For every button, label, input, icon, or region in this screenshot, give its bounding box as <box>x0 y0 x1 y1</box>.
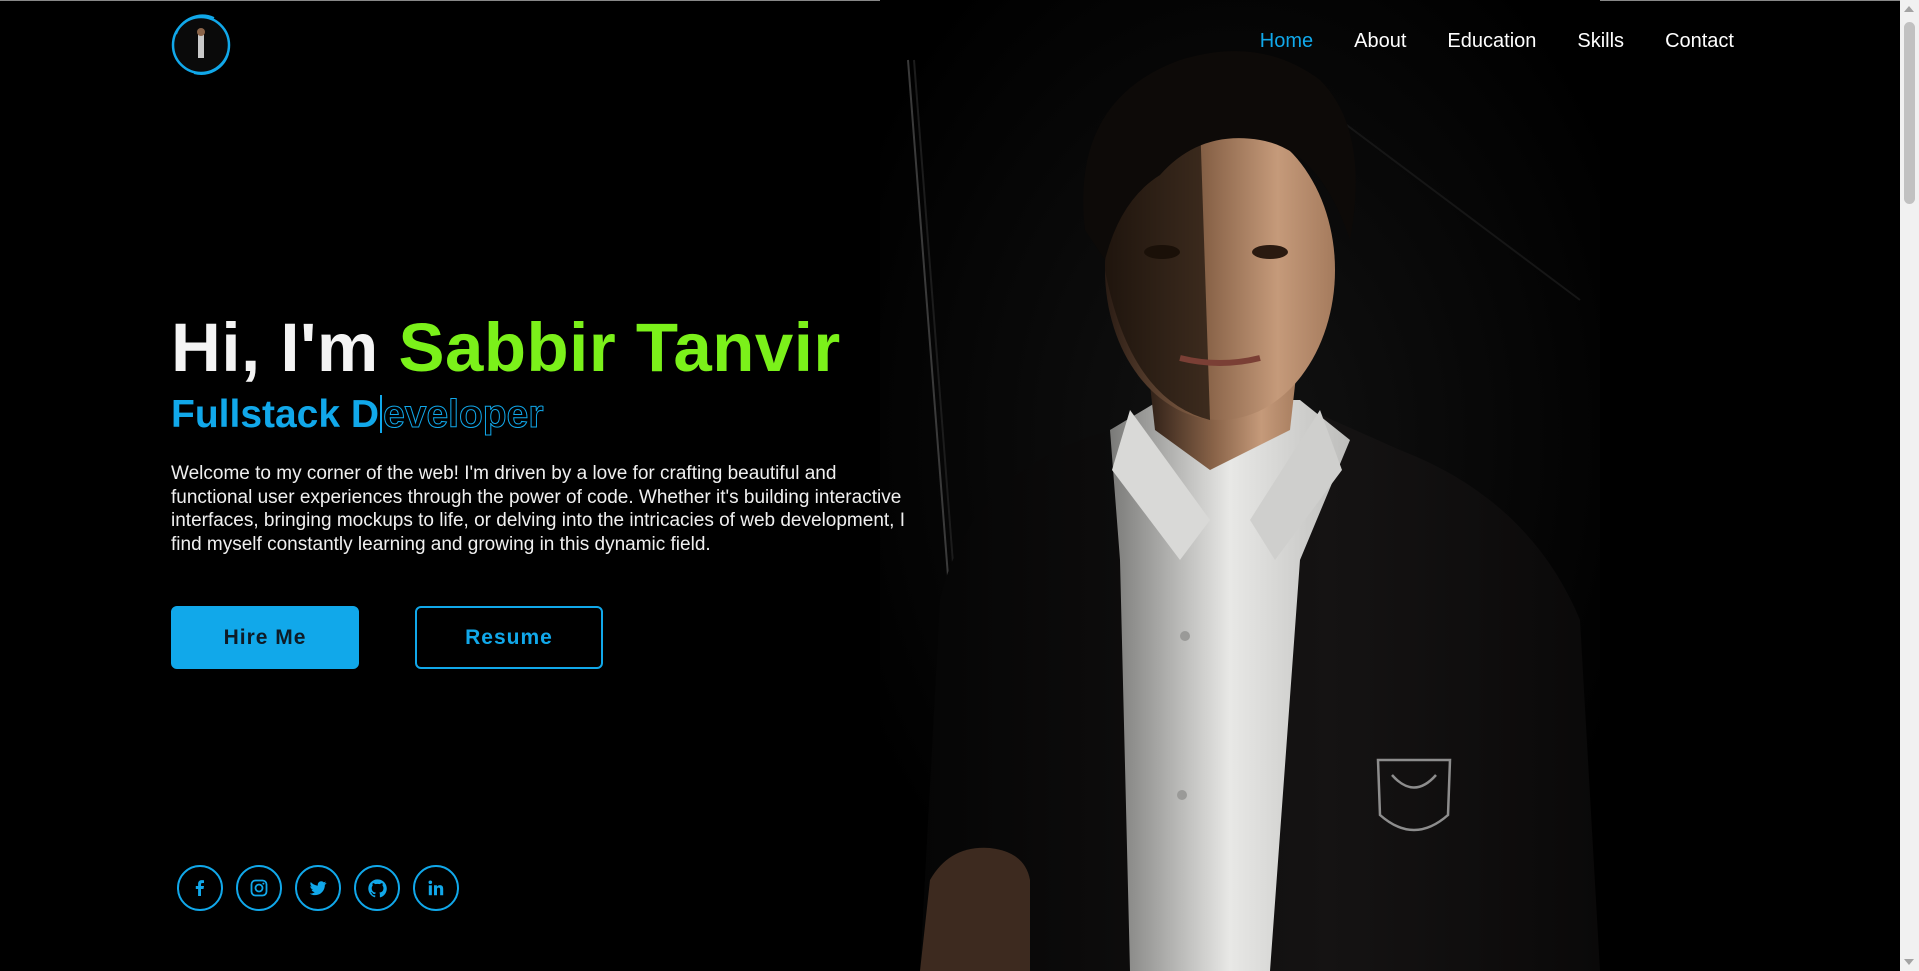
nav-contact-link[interactable]: Contact <box>1665 30 1734 53</box>
twitter-icon <box>309 881 327 896</box>
linkedin-icon <box>428 880 444 896</box>
nav-about-link[interactable]: About <box>1354 30 1406 53</box>
typing-caret <box>380 395 383 433</box>
linkedin-link[interactable] <box>413 865 459 911</box>
hero-role-typed: Fullstack D <box>171 393 380 436</box>
hero-heading: Hi, I'm Sabbir Tanvir <box>171 308 841 387</box>
scroll-up-arrow-icon[interactable] <box>1904 6 1914 12</box>
hero-name: Sabbir Tanvir <box>398 309 841 386</box>
page-scrollbar[interactable] <box>1900 0 1919 971</box>
nav-skills-link[interactable]: Skills <box>1577 30 1624 53</box>
hero-greeting: Hi, I'm <box>171 309 399 386</box>
hero-portrait-image <box>880 0 1600 971</box>
hero-role-ghost: eveloper <box>383 393 544 437</box>
facebook-icon <box>195 880 204 896</box>
resume-button[interactable]: Resume <box>415 606 603 669</box>
instagram-link[interactable] <box>236 865 282 911</box>
instagram-icon <box>250 879 268 897</box>
nav-home-link[interactable]: Home <box>1260 30 1313 53</box>
logo-avatar-icon <box>171 14 231 75</box>
twitter-link[interactable] <box>295 865 341 911</box>
facebook-link[interactable] <box>177 865 223 911</box>
github-link[interactable] <box>354 865 400 911</box>
scroll-down-arrow-icon[interactable] <box>1904 959 1914 965</box>
nav-education-link[interactable]: Education <box>1447 30 1536 53</box>
scrollbar-thumb[interactable] <box>1904 22 1915 204</box>
hero-role: Fullstack Developer <box>171 393 544 437</box>
site-logo[interactable] <box>170 14 232 76</box>
github-icon <box>367 878 387 897</box>
main-nav: Home About Education Skills Contact <box>1260 30 1734 53</box>
hire-me-button[interactable]: Hire Me <box>171 606 359 669</box>
social-links <box>177 865 459 911</box>
portfolio-page: Home About Education Skills Contact Hi, … <box>0 0 1919 971</box>
hero-description: Welcome to my corner of the web! I'm dri… <box>171 463 905 555</box>
